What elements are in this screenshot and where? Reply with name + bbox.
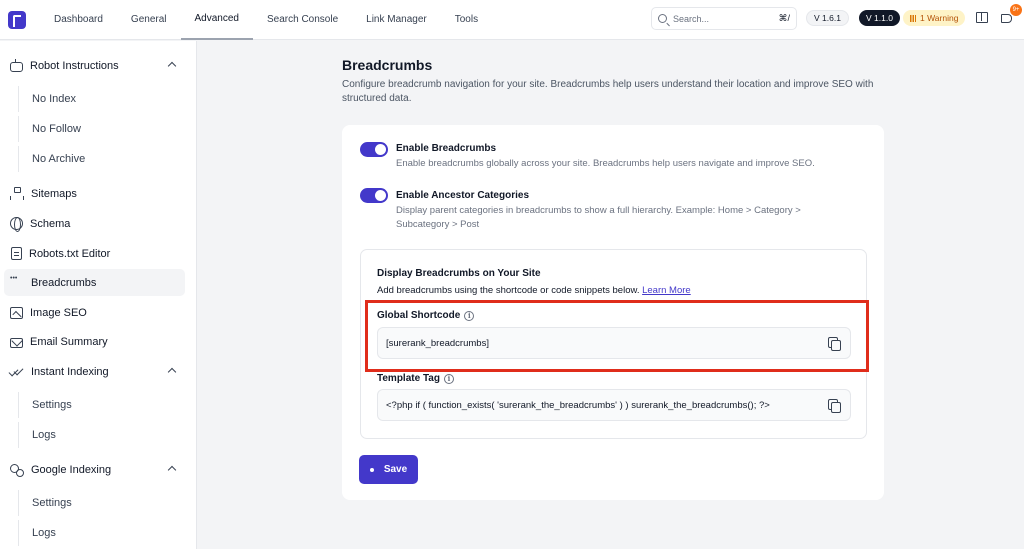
sidebar-item-google-logs[interactable]: Logs [18,520,168,546]
sidebar-item-no-archive[interactable]: No Archive [18,146,168,172]
toggle-label: Enable Breadcrumbs [396,143,497,154]
sidebar-item-breadcrumbs[interactable]: Breadcrumbs [4,269,185,296]
toggle-description: Enable breadcrumbs globally across your … [396,158,815,169]
double-check-icon [10,365,24,379]
sidebar-item-no-index[interactable]: No Index [18,86,168,112]
search-placeholder: Search... [673,13,710,24]
tab-advanced[interactable]: Advanced [180,0,253,40]
search-input[interactable]: Search... ⌘/ [651,7,797,30]
signal-icon [910,14,916,22]
version-badge-free: V 1.6.1 [806,10,849,26]
template-tag-value: <?php if ( function_exists( 'surerank_th… [386,399,770,411]
page-title: Breadcrumbs [342,57,433,73]
sidebar-item-label: Sitemaps [31,187,77,200]
tab-general[interactable]: General [117,0,181,40]
sidebar-item-label: Image SEO [30,306,87,319]
document-icon [11,247,22,260]
display-subtitle: Add breadcrumbs using the shortcode or c… [377,285,691,296]
globe-icon [10,217,23,232]
sidebar-item-google-settings[interactable]: Settings [18,490,168,516]
sidebar-item-label: Schema [30,217,71,230]
sidebar-item-robots-txt[interactable]: Robots.txt Editor [4,240,185,267]
sidebar-item-google-indexing[interactable]: Google Indexing [4,456,185,483]
sidebar-item-robot-instructions[interactable]: Robot Instructions [4,52,185,79]
version-badge-pro: V 1.1.0 [859,10,900,26]
display-title: Display Breadcrumbs on Your Site [377,268,541,279]
copy-icon[interactable] [828,399,841,413]
toggle-description: Display parent categories in breadcrumbs… [396,205,801,230]
highlight-box [365,300,869,372]
sidebar-item-label: Robots.txt Editor [29,247,111,260]
sidebar-item-schema[interactable]: Schema [4,210,185,237]
image-icon [10,306,23,319]
robot-icon [10,59,23,72]
warning-badge[interactable]: 1 Warning [903,10,966,26]
chevron-up-icon [167,465,177,475]
sidebar-item-label: Instant Indexing [31,365,109,378]
sidebar-item-email-summary[interactable]: Email Summary [4,328,185,355]
book-icon[interactable] [976,12,988,23]
sidebar-item-image-seo[interactable]: Image SEO [4,299,185,326]
tab-dashboard[interactable]: Dashboard [40,0,117,40]
save-button[interactable]: Save [359,455,418,484]
toggle-label: Enable Ancestor Categories [396,190,530,201]
sidebar: Robot Instructions No Index No Follow No… [0,41,197,549]
template-tag-label: Template Tag i [377,373,454,384]
enable-ancestor-categories-toggle[interactable] [360,188,388,203]
tab-search-console[interactable]: Search Console [253,0,352,40]
sidebar-item-label: Breadcrumbs [31,276,97,289]
sitemap-icon [10,186,24,201]
sidebar-item-label: Robot Instructions [30,59,119,72]
template-tag-field[interactable]: <?php if ( function_exists( 'surerank_th… [377,389,851,421]
sidebar-item-instant-indexing[interactable]: Instant Indexing [4,358,185,385]
search-shortcut: ⌘/ [778,13,790,23]
learn-more-link[interactable]: Learn More [642,285,691,296]
sidebar-item-instant-settings[interactable]: Settings [18,392,168,418]
display-subtitle-text: Add breadcrumbs using the shortcode or c… [377,285,640,296]
surerank-logo-icon[interactable] [8,10,26,29]
enable-breadcrumbs-toggle[interactable] [360,142,388,157]
page-description: Configure breadcrumb navigation for your… [342,79,874,104]
notification-count-badge: 9+ [1010,4,1022,16]
tab-tools[interactable]: Tools [441,0,492,40]
sidebar-item-instant-logs[interactable]: Logs [18,422,168,448]
sidebar-item-sitemaps[interactable]: Sitemaps [4,180,185,207]
sidebar-item-no-follow[interactable]: No Follow [18,116,168,142]
mail-icon [10,337,23,348]
tab-link-manager[interactable]: Link Manager [352,0,441,40]
chevron-up-icon [167,367,177,377]
warning-text: 1 Warning [920,13,959,23]
sidebar-item-label: Google Indexing [31,463,112,476]
ellipsis-icon [10,275,24,290]
google-indexing-icon [10,463,24,477]
save-button-label: Save [383,464,408,475]
info-icon[interactable]: i [443,373,454,384]
sidebar-item-label: Email Summary [30,335,108,348]
chevron-up-icon [167,61,177,71]
dot-icon [369,467,374,472]
search-icon [658,14,667,23]
field-label-text: Template Tag [377,373,440,384]
